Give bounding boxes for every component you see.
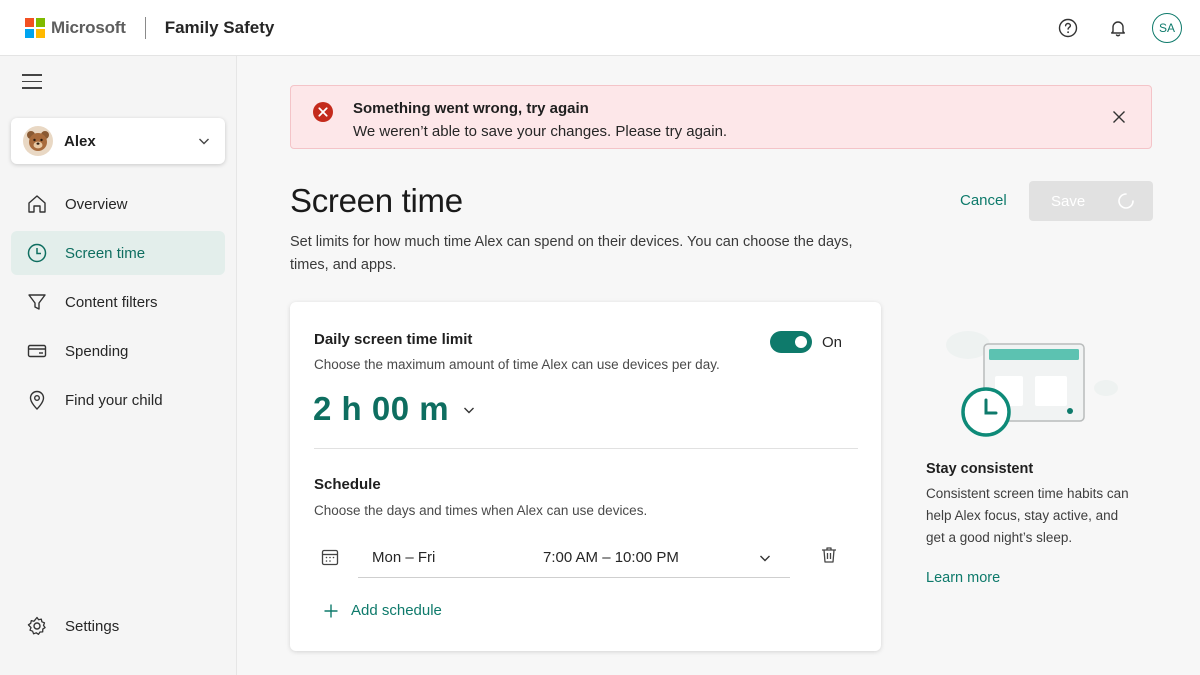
error-message: We weren’t able to save your changes. Pl… bbox=[353, 123, 728, 140]
schedule-row[interactable]: Mon – Fri 7:00 AM – 10:00 PM bbox=[358, 538, 790, 578]
brand[interactable]: Microsoft bbox=[25, 17, 126, 38]
cancel-button[interactable]: Cancel bbox=[960, 192, 1007, 209]
sidebar-item-screen-time[interactable]: Screen time bbox=[11, 231, 225, 275]
calendar-icon bbox=[321, 549, 339, 566]
schedule-heading: Schedule bbox=[314, 476, 381, 493]
hamburger-menu-icon[interactable] bbox=[22, 74, 42, 90]
sidebar-item-label: Screen time bbox=[65, 244, 146, 262]
toggle-state-label: On bbox=[822, 334, 843, 351]
sidebar-item-content-filters[interactable]: Content filters bbox=[11, 280, 225, 324]
top-actions: SA bbox=[1030, 12, 1182, 43]
plus-icon bbox=[324, 604, 338, 617]
gear-icon bbox=[25, 614, 49, 638]
profile-selector[interactable]: Alex bbox=[11, 118, 225, 164]
brand-name: Microsoft bbox=[51, 17, 126, 37]
home-icon bbox=[25, 192, 49, 216]
chevron-down-icon[interactable] bbox=[462, 403, 476, 417]
account-avatar[interactable]: SA bbox=[1152, 12, 1182, 43]
profile-name: Alex bbox=[64, 132, 96, 150]
add-schedule-label: Add schedule bbox=[351, 602, 442, 619]
schedule-days: Mon – Fri bbox=[372, 549, 436, 566]
daily-limit-toggle[interactable] bbox=[770, 331, 812, 353]
top-bar: Microsoft Family Safety SA bbox=[0, 0, 1200, 56]
learn-more-link[interactable]: Learn more bbox=[926, 570, 1000, 586]
save-button[interactable]: Save bbox=[1029, 181, 1153, 221]
error-title: Something went wrong, try again bbox=[353, 100, 589, 117]
sidebar-nav: Overview Screen time Content filters Spe… bbox=[11, 182, 225, 427]
main-content: Something went wrong, try again We weren… bbox=[238, 56, 1200, 675]
screen-time-limit-card: Daily screen time limit Choose the maxim… bbox=[290, 302, 881, 651]
sidebar-item-find-your-child[interactable]: Find your child bbox=[11, 378, 225, 422]
divider bbox=[314, 448, 858, 449]
page-title: Screen time bbox=[290, 182, 463, 219]
sidebar-settings: Settings bbox=[11, 604, 225, 653]
loading-spinner-icon bbox=[1118, 193, 1134, 209]
card-icon bbox=[25, 339, 49, 363]
add-schedule-button[interactable]: Add schedule bbox=[323, 602, 442, 619]
filter-icon bbox=[25, 290, 49, 314]
sidebar-item-label: Content filters bbox=[65, 293, 158, 311]
sidebar-item-overview[interactable]: Overview bbox=[11, 182, 225, 226]
close-icon[interactable] bbox=[1109, 107, 1129, 127]
error-banner: Something went wrong, try again We weren… bbox=[290, 85, 1152, 149]
sidebar-item-label: Overview bbox=[65, 195, 128, 213]
clock-icon bbox=[25, 241, 49, 265]
error-circle-icon bbox=[313, 102, 333, 122]
sidebar-item-settings[interactable]: Settings bbox=[11, 604, 225, 648]
save-button-label: Save bbox=[1051, 192, 1086, 210]
daily-limit-heading: Daily screen time limit bbox=[314, 331, 473, 348]
page-description: Set limits for how much time Alex can sp… bbox=[290, 234, 853, 273]
chevron-down-icon[interactable] bbox=[758, 551, 772, 565]
daily-limit-subtitle: Choose the maximum amount of time Alex c… bbox=[314, 357, 720, 372]
bear-avatar-icon bbox=[23, 126, 53, 156]
brand-divider bbox=[144, 16, 146, 39]
notifications-bell-icon[interactable] bbox=[1106, 16, 1130, 40]
screen-time-illustration bbox=[946, 331, 1118, 437]
time-limit-value[interactable]: 2 h 00 m bbox=[313, 390, 449, 428]
sidebar-item-spending[interactable]: Spending bbox=[11, 329, 225, 373]
tip-body: Consistent screen time habits can help A… bbox=[926, 486, 1129, 545]
tip-title: Stay consistent bbox=[926, 461, 1034, 477]
help-icon[interactable] bbox=[1056, 16, 1080, 40]
chevron-down-icon bbox=[199, 138, 209, 145]
microsoft-logo-icon bbox=[25, 17, 45, 38]
sidebar-item-label: Find your child bbox=[65, 391, 163, 409]
location-pin-icon bbox=[25, 388, 49, 412]
app-name[interactable]: Family Safety bbox=[165, 18, 275, 38]
sidebar-item-label: Settings bbox=[65, 617, 120, 635]
schedule-times: 7:00 AM – 10:00 PM bbox=[543, 549, 679, 566]
sidebar: Alex Overview Screen time Content filter… bbox=[0, 56, 237, 675]
sidebar-item-label: Spending bbox=[65, 342, 129, 360]
schedule-subtitle: Choose the days and times when Alex can … bbox=[314, 503, 648, 518]
trash-icon[interactable] bbox=[819, 545, 839, 565]
